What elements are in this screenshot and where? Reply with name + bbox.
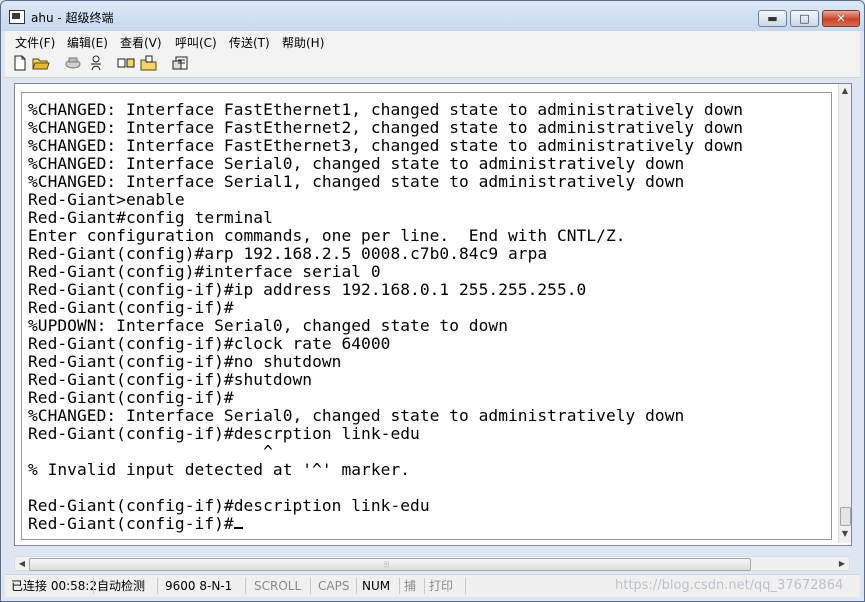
terminal-output[interactable]: %CHANGED: Interface FastEthernet1, chang… xyxy=(21,92,832,540)
new-icon[interactable] xyxy=(11,55,29,72)
terminal-line: Red-Giant(config-if)#ip address 192.168.… xyxy=(28,280,587,299)
status-port-settings: 9600 8-N-1 xyxy=(165,579,233,593)
terminal-line: Red-Giant(config-if)# xyxy=(28,298,234,317)
vertical-scroll-thumb[interactable] xyxy=(840,507,851,526)
menu-transfer[interactable]: 传送(T) xyxy=(229,34,270,51)
terminal-line: Red-Giant(config-if)#shutdown xyxy=(28,370,313,389)
title-bar[interactable]: ahu - 超级终端 ▬ □ ✕ xyxy=(1,1,864,33)
terminal-line: %CHANGED: Interface Serial0, changed sta… xyxy=(28,154,685,173)
menu-call[interactable]: 呼叫(C) xyxy=(175,34,217,51)
terminal-line: ^ xyxy=(28,442,273,461)
status-divider xyxy=(245,578,246,594)
hyperterminal-window: ahu - 超级终端 ▬ □ ✕ 文件(F) 编辑(E) 查看(V) 呼叫(C)… xyxy=(0,0,865,602)
scroll-up-icon[interactable]: ▲ xyxy=(840,86,850,98)
terminal-app-icon xyxy=(9,10,25,24)
menu-file[interactable]: 文件(F) xyxy=(15,34,55,51)
status-capture: 捕 xyxy=(404,579,417,593)
terminal-line: Red-Giant(config-if)#clock rate 64000 xyxy=(28,334,391,353)
terminal-line: %CHANGED: Interface Serial1, changed sta… xyxy=(28,172,685,191)
terminal-line: % Invalid input detected at '^' marker. xyxy=(28,460,411,479)
terminal-line: Red-Giant#config terminal xyxy=(28,208,273,227)
status-print: 打印 xyxy=(429,579,454,593)
open-icon[interactable] xyxy=(32,55,50,72)
window-title: ahu - 超级终端 xyxy=(31,11,114,25)
status-divider xyxy=(399,578,400,594)
status-divider xyxy=(424,578,425,594)
close-button[interactable]: ✕ xyxy=(822,10,860,27)
status-detect: 自动检测 xyxy=(97,579,146,593)
send-icon[interactable] xyxy=(117,55,135,72)
menu-edit[interactable]: 编辑(E) xyxy=(67,34,108,51)
status-divider xyxy=(356,578,357,594)
status-connected-time: 已连接 00:58:2 xyxy=(11,579,98,593)
status-scroll: SCROLL xyxy=(254,579,302,593)
terminal-line: Red-Giant(config-if)#description link-ed… xyxy=(28,496,430,515)
terminal-line: %CHANGED: Interface FastEthernet1, chang… xyxy=(28,100,744,119)
vertical-scrollbar[interactable]: ▲ ▼ xyxy=(838,84,851,543)
maximize-button[interactable]: □ xyxy=(790,10,819,27)
text-cursor xyxy=(233,527,243,529)
terminal-line: Enter configuration commands, one per li… xyxy=(28,226,626,245)
terminal-line: %CHANGED: Interface FastEthernet2, chang… xyxy=(28,118,744,137)
terminal-line: Red-Giant(config-if)#no shutdown xyxy=(28,352,342,371)
status-caps: CAPS xyxy=(318,579,350,593)
terminal-line: %CHANGED: Interface Serial0, changed sta… xyxy=(28,406,685,425)
status-divider xyxy=(93,578,94,594)
menu-view[interactable]: 查看(V) xyxy=(120,34,162,51)
terminal-line: Red-Giant(config)#arp 192.168.2.5 0008.c… xyxy=(28,244,548,263)
grip-icon: ⦙⦙⦙ xyxy=(384,560,390,569)
horizontal-scroll-thumb[interactable]: ⦙⦙⦙ xyxy=(29,558,751,571)
terminal-frame: %CHANGED: Interface FastEthernet1, chang… xyxy=(14,83,852,546)
status-divider xyxy=(157,578,158,594)
terminal-line: Red-Giant>enable xyxy=(28,190,185,209)
connect-icon[interactable] xyxy=(64,55,82,72)
menu-bar: 文件(F) 编辑(E) 查看(V) 呼叫(C) 传送(T) 帮助(H) xyxy=(5,31,860,51)
scroll-right-icon[interactable]: ▶ xyxy=(835,557,849,570)
minimize-button[interactable]: ▬ xyxy=(758,10,787,27)
terminal-line: Red-Giant(config-if)# xyxy=(28,388,234,407)
terminal-line: Red-Giant(config)#interface serial 0 xyxy=(28,262,381,281)
receive-icon[interactable] xyxy=(140,55,158,72)
scroll-down-icon[interactable]: ▼ xyxy=(840,529,850,541)
watermark-text: https://blog.csdn.net/qq_37672864 xyxy=(615,578,844,593)
disconnect-icon[interactable] xyxy=(87,55,105,72)
terminal-prompt-line: Red-Giant(config-if)# xyxy=(28,515,243,533)
terminal-line: %UPDOWN: Interface Serial0, changed stat… xyxy=(28,316,508,335)
menu-help[interactable]: 帮助(H) xyxy=(282,34,324,51)
status-bar: 已连接 00:58:2 自动检测 9600 8-N-1 SCROLL CAPS … xyxy=(5,574,860,597)
terminal-line: %CHANGED: Interface FastEthernet3, chang… xyxy=(28,136,744,155)
properties-icon[interactable] xyxy=(172,55,190,72)
terminal-prompt: Red-Giant(config-if)# xyxy=(28,514,234,533)
horizontal-scrollbar[interactable]: ◀ ⦙⦙⦙ ▶ xyxy=(14,556,850,571)
status-divider xyxy=(310,578,311,594)
terminal-line: Red-Giant(config-if)#descrption link-edu xyxy=(28,424,420,443)
toolbar xyxy=(5,51,860,78)
scroll-left-icon[interactable]: ◀ xyxy=(15,557,29,570)
status-num: NUM xyxy=(362,579,391,593)
status-divider xyxy=(465,578,466,594)
